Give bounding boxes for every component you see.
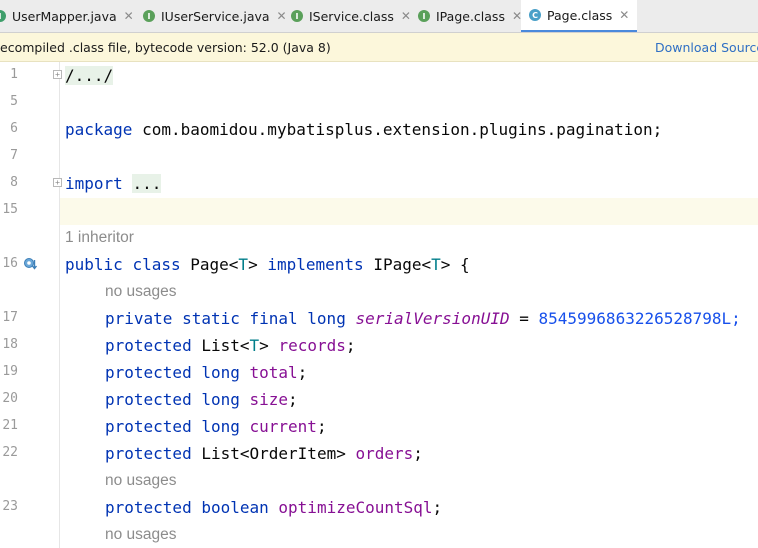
tab-iservice[interactable]: I IService.class ✕ xyxy=(291,0,411,32)
inheritor-hint[interactable]: 1 inheritor xyxy=(65,229,134,247)
code-line-import: import ... xyxy=(65,174,162,193)
close-icon[interactable]: ✕ xyxy=(277,9,287,23)
tab-ipage[interactable]: I IPage.class ✕ xyxy=(418,0,522,32)
interface-icon: I xyxy=(0,10,6,22)
line-number: 22 xyxy=(2,445,18,460)
tab-page[interactable]: C Page.class ✕ xyxy=(521,0,638,32)
tab-label: UserMapper.java xyxy=(12,8,117,24)
code-line-field: protected long total; xyxy=(105,363,308,382)
class-icon: C xyxy=(529,9,541,21)
editor-tab-bar: I UserMapper.java ✕ I IUserService.java … xyxy=(0,0,758,33)
line-number: 5 xyxy=(10,94,18,109)
line-number: 7 xyxy=(10,148,18,163)
decompiled-notice-bar: ecompiled .class file, bytecode version:… xyxy=(0,33,758,62)
code-line-field: private static final long serialVersionU… xyxy=(105,309,741,328)
no-usages-hint[interactable]: no usages xyxy=(105,526,177,544)
folded-imports[interactable]: ... xyxy=(132,174,162,193)
tab-usermapper[interactable]: I UserMapper.java ✕ xyxy=(0,0,134,32)
download-source-link[interactable]: Download Source xyxy=(655,40,758,55)
line-number: 18 xyxy=(2,337,18,352)
line-number: 17 xyxy=(2,310,18,325)
line-number: 15 xyxy=(2,202,18,217)
no-usages-hint[interactable]: no usages xyxy=(105,283,177,301)
fold-expand-icon[interactable]: + xyxy=(53,70,62,79)
code-line-package: package com.baomidou.mybatisplus.extensi… xyxy=(65,120,663,139)
fold-expand-icon[interactable]: + xyxy=(53,178,62,187)
code-line-field: protected long size; xyxy=(105,390,298,409)
line-number: 23 xyxy=(2,499,18,514)
current-line-highlight xyxy=(60,198,758,225)
tab-label: IService.class xyxy=(309,8,394,24)
line-number: 6 xyxy=(10,121,18,136)
line-number: 1 xyxy=(10,67,18,82)
notice-message: ecompiled .class file, bytecode version:… xyxy=(0,40,331,55)
line-number-gutter: 1 5 6 7 8 15 16 17 18 19 20 21 22 23 + + xyxy=(0,62,62,548)
code-line-field: protected List<OrderItem> orders; xyxy=(105,444,423,463)
code-line-field: protected boolean optimizeCountSql; xyxy=(105,498,443,517)
interface-icon: I xyxy=(291,10,303,22)
code-line-field: protected long current; xyxy=(105,417,327,436)
line-number: 19 xyxy=(2,364,18,379)
no-usages-hint[interactable]: no usages xyxy=(105,472,177,490)
code-line-class-decl: public class Page<T> implements IPage<T>… xyxy=(65,255,470,274)
line-number: 20 xyxy=(2,391,18,406)
line-number: 8 xyxy=(10,175,18,190)
close-icon[interactable]: ✕ xyxy=(619,8,629,22)
interface-icon: I xyxy=(143,10,155,22)
line-number: 21 xyxy=(2,418,18,433)
interface-icon: I xyxy=(418,10,430,22)
folded-header[interactable]: /.../ xyxy=(65,66,114,85)
line-number: 16 xyxy=(2,256,18,271)
tab-iuserservice[interactable]: I IUserService.java ✕ xyxy=(143,0,287,32)
close-icon[interactable]: ✕ xyxy=(124,9,134,23)
tab-label: IPage.class xyxy=(436,8,505,24)
code-line-field: protected List<T> records; xyxy=(105,336,356,355)
implemented-method-icon[interactable] xyxy=(24,257,38,271)
tab-label: IUserService.java xyxy=(161,8,270,24)
tab-label: Page.class xyxy=(547,7,613,23)
close-icon[interactable]: ✕ xyxy=(401,9,411,23)
code-line-header: /.../ xyxy=(65,66,114,86)
